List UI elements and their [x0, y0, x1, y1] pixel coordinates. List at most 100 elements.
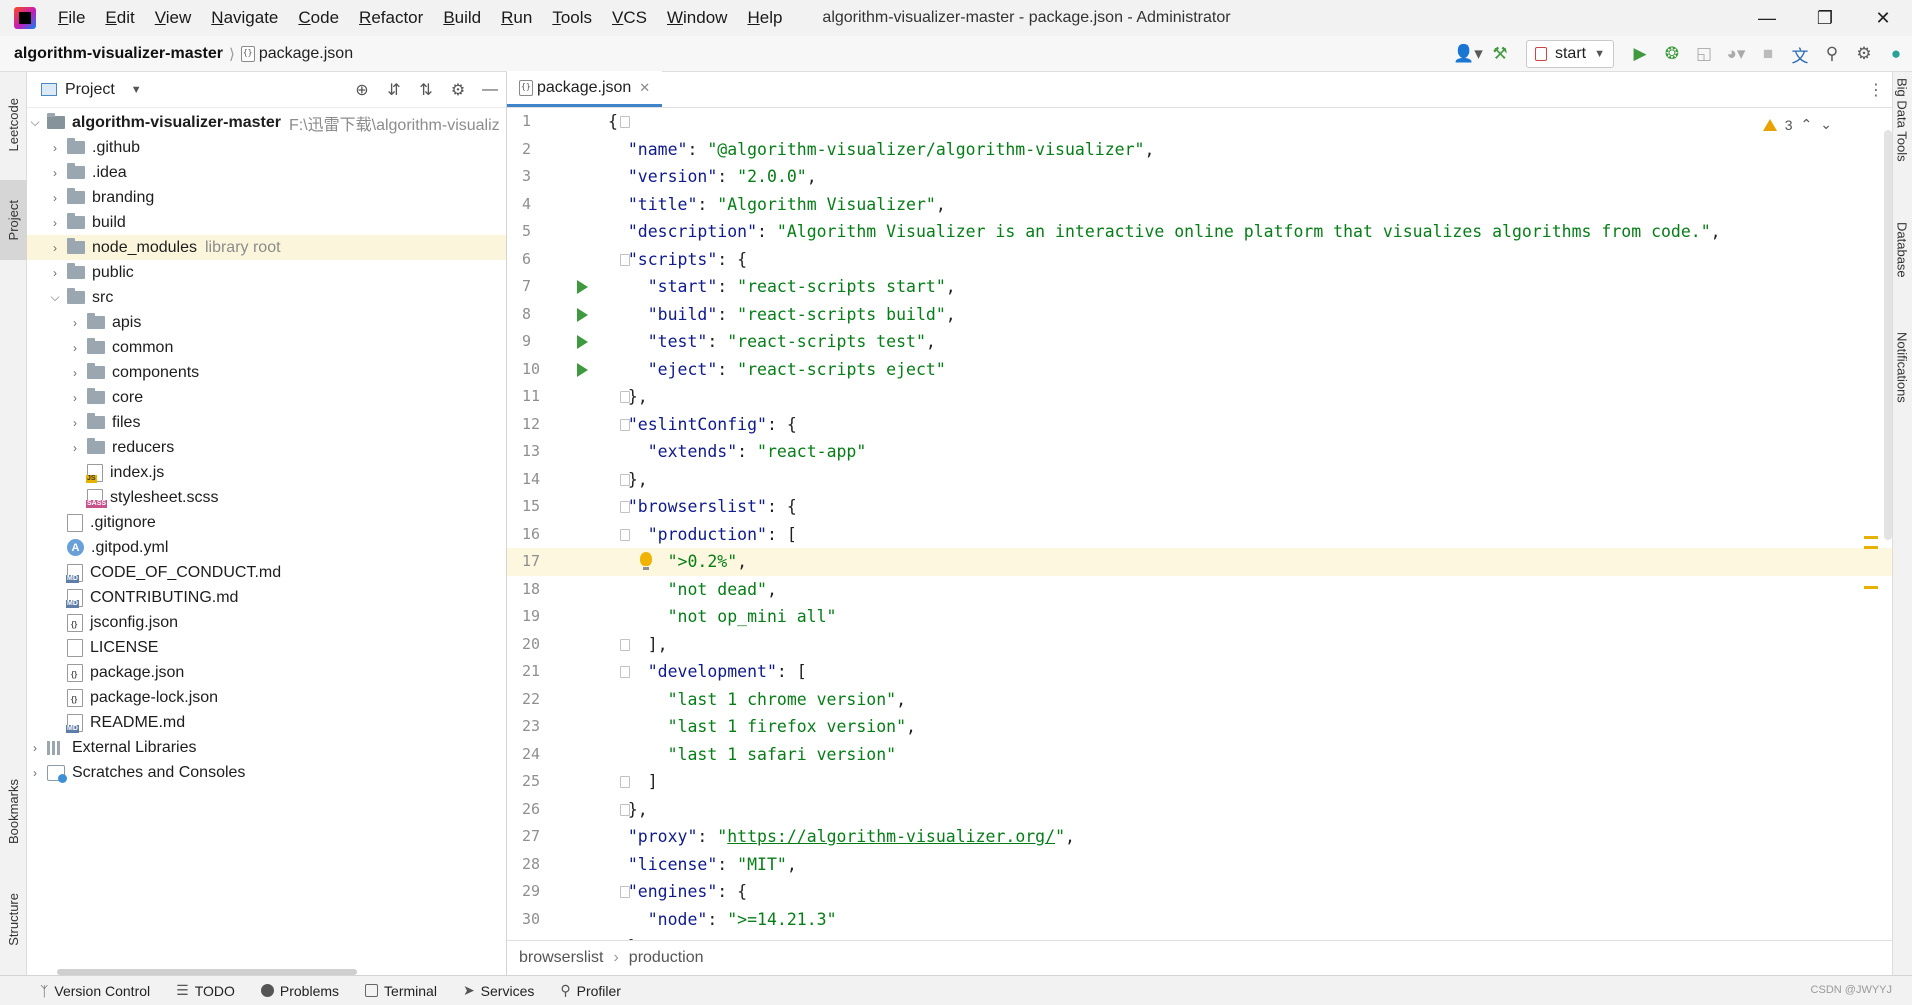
chevron-right-icon[interactable]: › — [47, 241, 63, 255]
coverage-icon[interactable]: ◱ — [1688, 36, 1720, 72]
profiler-tab[interactable]: ⚲ Profiler — [560, 982, 621, 999]
fold-icon[interactable] — [620, 418, 630, 431]
chevron-down-icon[interactable]: ▼ — [131, 84, 142, 96]
chevron-right-icon[interactable]: › — [47, 191, 63, 205]
restore-button[interactable]: ❐ — [1796, 0, 1854, 36]
tree-file-package-json[interactable]: {} package.json — [27, 660, 506, 685]
build-hammer-icon[interactable]: ⚒ — [1484, 36, 1516, 72]
chevron-right-icon[interactable]: › — [47, 166, 63, 180]
breadcrumb-production[interactable]: production — [629, 949, 704, 967]
chevron-right-icon[interactable]: › — [67, 366, 83, 380]
tree-folder-common[interactable]: › common — [27, 335, 506, 360]
plugin-logo-icon[interactable]: ● — [1880, 36, 1912, 72]
code-line[interactable]: 21 "development": [ — [507, 658, 1892, 686]
code-line[interactable]: 14 }, — [507, 466, 1892, 494]
code-line[interactable]: 10 "eject": "react-scripts eject" — [507, 356, 1892, 384]
tree-folder-node-modules[interactable]: › node_modules library root — [27, 235, 506, 260]
nav-file-crumb[interactable]: package.json — [259, 45, 353, 63]
run-icon[interactable]: ▶ — [1624, 36, 1656, 72]
tree-folder-apis[interactable]: › apis — [27, 310, 506, 335]
tab-leetcode[interactable]: Leetcode — [0, 80, 27, 170]
search-icon[interactable]: ⚲ — [1816, 36, 1848, 72]
menu-refactor[interactable]: Refactor — [349, 0, 433, 36]
code-line[interactable]: 13 "extends": "react-app" — [507, 438, 1892, 466]
tree-folder-github[interactable]: › .github — [27, 135, 506, 160]
code-line[interactable]: 29 "engines": { — [507, 878, 1892, 906]
warning-stripe-marker[interactable] — [1864, 546, 1878, 549]
code-line[interactable]: 23 "last 1 firefox version", — [507, 713, 1892, 741]
run-script-icon[interactable] — [577, 280, 588, 294]
tree-folder-branding[interactable]: › branding — [27, 185, 506, 210]
vertical-scrollbar[interactable] — [1884, 130, 1892, 540]
tree-file-readme[interactable]: MD README.md — [27, 710, 506, 735]
fold-icon[interactable] — [620, 886, 630, 898]
fold-icon[interactable] — [620, 776, 630, 788]
fold-icon[interactable] — [620, 253, 630, 266]
fold-icon[interactable] — [620, 501, 630, 513]
run-script-icon[interactable] — [577, 335, 588, 349]
tree-file-code-of-conduct[interactable]: MD CODE_OF_CONDUCT.md — [27, 560, 506, 585]
fold-icon[interactable] — [620, 391, 630, 403]
close-window-button[interactable]: ✕ — [1854, 0, 1912, 36]
tab-notifications[interactable]: Notifications — [1892, 332, 1912, 403]
code-line[interactable]: 31 } — [507, 933, 1892, 940]
nav-project-crumb[interactable]: algorithm-visualizer-master — [14, 45, 223, 63]
debug-bug-icon[interactable]: ❂ — [1656, 36, 1688, 72]
more-vertical-icon[interactable]: ⋮ — [1868, 80, 1884, 100]
tab-package-json[interactable]: package.json ✕ — [507, 71, 663, 107]
tree-file-license[interactable]: LICENSE — [27, 635, 506, 660]
chevron-right-icon[interactable]: › — [67, 441, 83, 455]
chevron-right-icon[interactable]: › — [67, 341, 83, 355]
menu-run[interactable]: Run — [491, 0, 542, 36]
code-area[interactable]: 1 { 2 "name": "@algorithm-visualizer/alg… — [507, 108, 1892, 940]
code-line[interactable]: 27 "proxy": "https://algorithm-visualize… — [507, 823, 1892, 851]
code-line[interactable]: 20 ], — [507, 631, 1892, 659]
code-line[interactable]: 4 "title": "Algorithm Visualizer", — [507, 191, 1892, 219]
expand-all-icon[interactable]: ⇵ — [378, 80, 410, 100]
chevron-down-icon[interactable]: ⌵ — [47, 290, 63, 305]
minimize-button[interactable]: — — [1738, 0, 1796, 36]
chevron-right-icon[interactable]: › — [67, 416, 83, 430]
fold-icon[interactable] — [620, 528, 630, 541]
tree-folder-core[interactable]: › core — [27, 385, 506, 410]
code-line[interactable]: 28 "license": "MIT", — [507, 851, 1892, 879]
code-line[interactable]: 2 "name": "@algorithm-visualizer/algorit… — [507, 136, 1892, 164]
run-script-icon[interactable] — [577, 362, 588, 377]
terminal-tab[interactable]: Terminal — [365, 983, 437, 999]
code-line[interactable]: 7 "start": "react-scripts start", — [507, 273, 1892, 301]
tab-structure[interactable]: Structure — [0, 872, 27, 967]
code-line[interactable]: 30 "node": ">=14.21.3" — [507, 906, 1892, 934]
translate-icon[interactable]: 文 — [1784, 36, 1816, 72]
fold-icon[interactable] — [620, 116, 630, 128]
chevron-right-icon[interactable]: › — [67, 316, 83, 330]
breadcrumb-browserslist[interactable]: browserslist — [519, 949, 603, 967]
run-script-icon[interactable] — [577, 307, 588, 322]
code-line[interactable]: 5 "description": "Algorithm Visualizer i… — [507, 218, 1892, 246]
fold-icon[interactable] — [620, 473, 630, 486]
collapse-all-icon[interactable]: ⇅ — [410, 80, 442, 100]
code-line[interactable]: 1 { — [507, 108, 1892, 136]
warning-stripe-marker[interactable] — [1864, 536, 1878, 539]
code-line[interactable]: 16 "production": [ — [507, 521, 1892, 549]
chevron-right-icon[interactable]: › — [27, 766, 43, 780]
menu-navigate[interactable]: Navigate — [201, 0, 288, 36]
tree-file-gitpod[interactable]: A .gitpod.yml — [27, 535, 506, 560]
tab-bookmarks[interactable]: Bookmarks — [0, 762, 27, 862]
tab-database[interactable]: Database — [1892, 222, 1912, 278]
tree-folder-reducers[interactable]: › reducers — [27, 435, 506, 460]
code-line[interactable]: 22 "last 1 chrome version", — [507, 686, 1892, 714]
menu-window[interactable]: Window — [657, 0, 737, 36]
menu-view[interactable]: View — [145, 0, 202, 36]
code-line[interactable]: 15 "browserslist": { — [507, 493, 1892, 521]
code-line[interactable]: 19 "not op_mini all" — [507, 603, 1892, 631]
menu-vcs[interactable]: VCS — [602, 0, 657, 36]
code-line[interactable]: 9 "test": "react-scripts test", — [507, 328, 1892, 356]
tree-folder-public[interactable]: › public — [27, 260, 506, 285]
tree-file-contributing[interactable]: MD CONTRIBUTING.md — [27, 585, 506, 610]
settings-gear-icon[interactable]: ⚙ — [1848, 36, 1880, 72]
tree-folder-files[interactable]: › files — [27, 410, 506, 435]
code-line[interactable]: 26 }, — [507, 796, 1892, 824]
settings-gear-icon[interactable]: ⚙ — [442, 80, 474, 100]
warning-stripe-marker[interactable] — [1864, 586, 1878, 589]
code-line[interactable]: 8 "build": "react-scripts build", — [507, 301, 1892, 329]
